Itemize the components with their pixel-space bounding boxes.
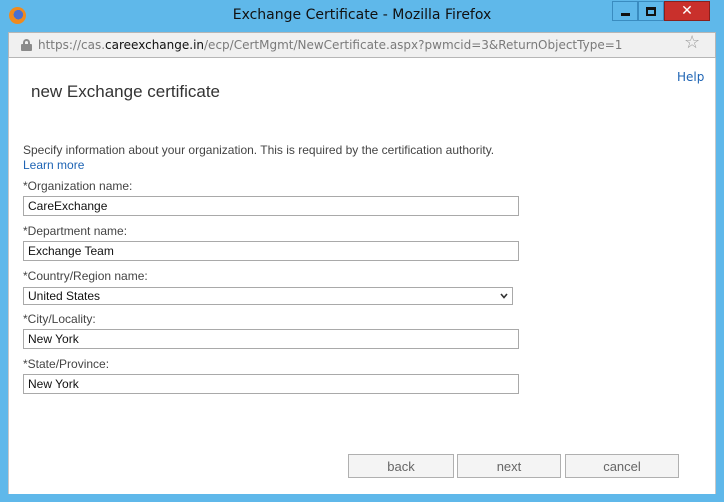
- city-locality-input[interactable]: [23, 329, 519, 349]
- bookmark-star-icon[interactable]: ☆: [684, 34, 700, 52]
- back-button[interactable]: back: [348, 454, 454, 478]
- maximize-button[interactable]: [638, 1, 664, 21]
- minimize-icon: [620, 12, 630, 16]
- country-region-select[interactable]: United States: [23, 287, 513, 305]
- minimize-button[interactable]: [612, 1, 638, 21]
- close-button[interactable]: ✕: [664, 1, 710, 21]
- state-province-input[interactable]: [23, 374, 519, 394]
- window-bottom-border: [8, 494, 716, 502]
- close-icon: ✕: [681, 3, 693, 19]
- maximize-icon: [646, 6, 656, 16]
- address-bar[interactable]: https://cas.careexchange.in/ecp/CertMgmt…: [8, 32, 716, 58]
- organization-label: *Organization name:: [23, 179, 133, 193]
- dialog-content: Help new Exchange certificate Specify in…: [8, 58, 716, 494]
- next-button[interactable]: next: [457, 454, 561, 478]
- page-title: new Exchange certificate: [31, 82, 220, 101]
- learn-more-link[interactable]: Learn more: [23, 158, 84, 172]
- url-prefix: https://cas.: [38, 38, 106, 52]
- department-label: *Department name:: [23, 224, 128, 238]
- help-link[interactable]: Help: [677, 70, 704, 84]
- lock-icon[interactable]: [21, 39, 32, 51]
- url-text[interactable]: https://cas.careexchange.in/ecp/CertMgmt…: [38, 38, 622, 52]
- chevron-down-icon: [500, 293, 508, 299]
- department-name-input[interactable]: [23, 241, 519, 261]
- browser-window: Exchange Certificate - Mozilla Firefox ✕…: [0, 0, 724, 502]
- organization-name-input[interactable]: [23, 196, 519, 216]
- url-domain: careexchange.in: [105, 38, 205, 52]
- state-label: *State/Province:: [23, 357, 110, 371]
- city-label: *City/Locality:: [23, 312, 96, 326]
- url-path: /ecp/CertMgmt/NewCertificate.aspx?pwmcid…: [204, 38, 623, 52]
- title-bar[interactable]: Exchange Certificate - Mozilla Firefox ✕: [0, 0, 724, 32]
- country-label: *Country/Region name:: [23, 269, 148, 283]
- country-selected-value: United States: [28, 289, 101, 303]
- intro-text: Specify information about your organizat…: [23, 143, 495, 157]
- cancel-button[interactable]: cancel: [565, 454, 679, 478]
